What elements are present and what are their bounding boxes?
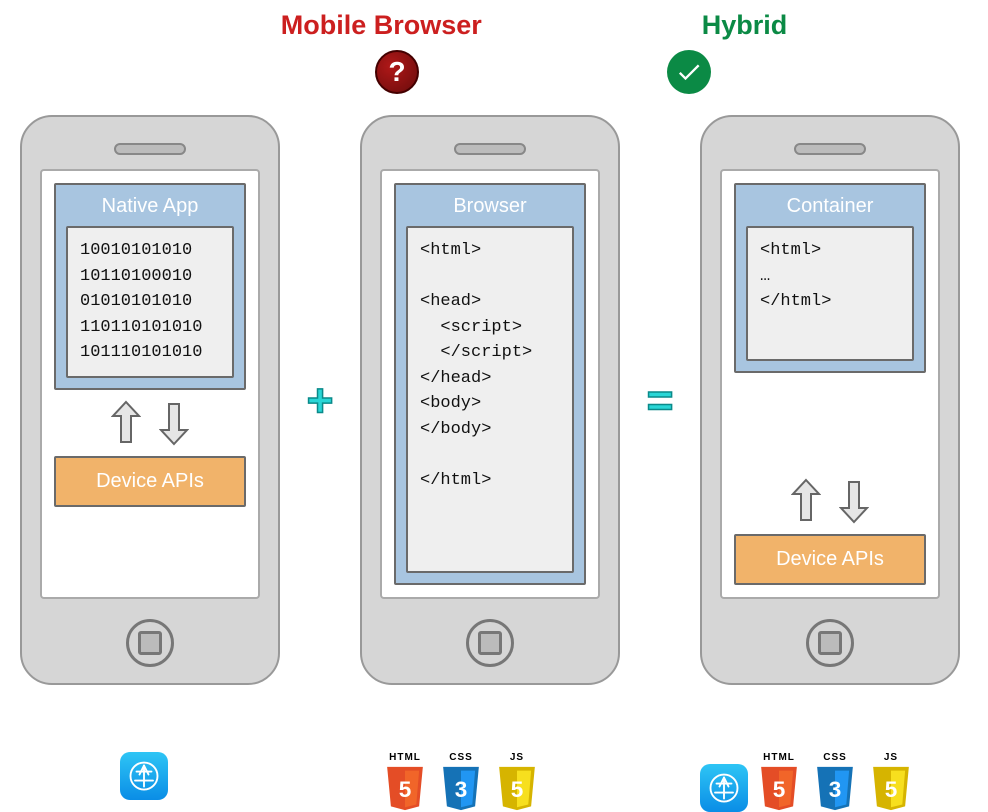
js-shield-icon: JS 5 bbox=[492, 752, 542, 812]
native-code: 10010101010 10110100010 01010101010 1101… bbox=[66, 226, 234, 378]
home-button-icon bbox=[466, 619, 514, 667]
phone-screen: Native App 10010101010 10110100010 01010… bbox=[40, 169, 260, 599]
arrows-row bbox=[54, 400, 246, 446]
shield-num: 5 bbox=[511, 777, 524, 802]
device-apis-box: Device APIs bbox=[54, 456, 246, 507]
app-store-icon bbox=[700, 764, 748, 812]
phone-speaker-icon bbox=[114, 143, 186, 155]
css3-shield-icon: CSS 3 bbox=[810, 752, 860, 812]
arrow-up-icon bbox=[791, 478, 821, 524]
panel-title: Container bbox=[746, 195, 914, 218]
hybrid-code: <html> … </html> bbox=[746, 226, 914, 361]
tech-group-native bbox=[120, 752, 168, 800]
phone-screen: Container <html> … </html> Device APIs bbox=[720, 169, 940, 599]
question-badge-icon: ? bbox=[375, 50, 419, 94]
css3-shield-icon: CSS 3 bbox=[436, 752, 486, 812]
arrow-down-icon bbox=[839, 478, 869, 524]
phones-row: Native App 10010101010 10110100010 01010… bbox=[20, 115, 960, 685]
shield-num: 3 bbox=[829, 777, 842, 802]
plus-operator: + bbox=[300, 373, 340, 427]
native-app-panel: Native App 10010101010 10110100010 01010… bbox=[54, 183, 246, 390]
phone-hybrid: Container <html> … </html> Device APIs bbox=[700, 115, 960, 685]
phone-speaker-icon bbox=[794, 143, 866, 155]
arrows-row bbox=[734, 478, 926, 524]
equals-operator: = bbox=[640, 373, 680, 427]
html5-shield-icon: HTML 5 bbox=[380, 752, 430, 812]
title-hybrid: Hybrid bbox=[702, 10, 788, 41]
js-shield-icon: JS 5 bbox=[866, 752, 916, 812]
phone-browser: Browser <html> <head> <script> </script>… bbox=[360, 115, 620, 685]
browser-code: <html> <head> <script> </script> </head>… bbox=[406, 226, 574, 573]
phone-native: Native App 10010101010 10110100010 01010… bbox=[20, 115, 280, 685]
shield-num: 5 bbox=[773, 777, 786, 802]
shield-num: 3 bbox=[455, 777, 468, 802]
arrow-down-icon bbox=[159, 400, 189, 446]
html5-shield-icon: HTML 5 bbox=[754, 752, 804, 812]
home-button-icon bbox=[806, 619, 854, 667]
arrow-up-icon bbox=[111, 400, 141, 446]
checkmark-badge-icon bbox=[667, 50, 711, 94]
shield-num: 5 bbox=[399, 777, 412, 802]
tech-group-hybrid: HTML 5 CSS 3 JS 5 bbox=[700, 752, 916, 812]
browser-panel: Browser <html> <head> <script> </script>… bbox=[394, 183, 586, 585]
device-apis-box: Device APIs bbox=[734, 534, 926, 585]
home-button-icon bbox=[126, 619, 174, 667]
container-panel: Container <html> … </html> bbox=[734, 183, 926, 373]
shield-num: 5 bbox=[885, 777, 898, 802]
panel-title: Browser bbox=[406, 195, 574, 218]
title-mobile-browser: Mobile Browser bbox=[281, 10, 482, 41]
tech-group-browser: HTML 5 CSS 3 JS 5 bbox=[380, 752, 542, 812]
phone-speaker-icon bbox=[454, 143, 526, 155]
app-store-icon bbox=[120, 752, 168, 800]
panel-title: Native App bbox=[66, 195, 234, 218]
phone-screen: Browser <html> <head> <script> </script>… bbox=[380, 169, 600, 599]
